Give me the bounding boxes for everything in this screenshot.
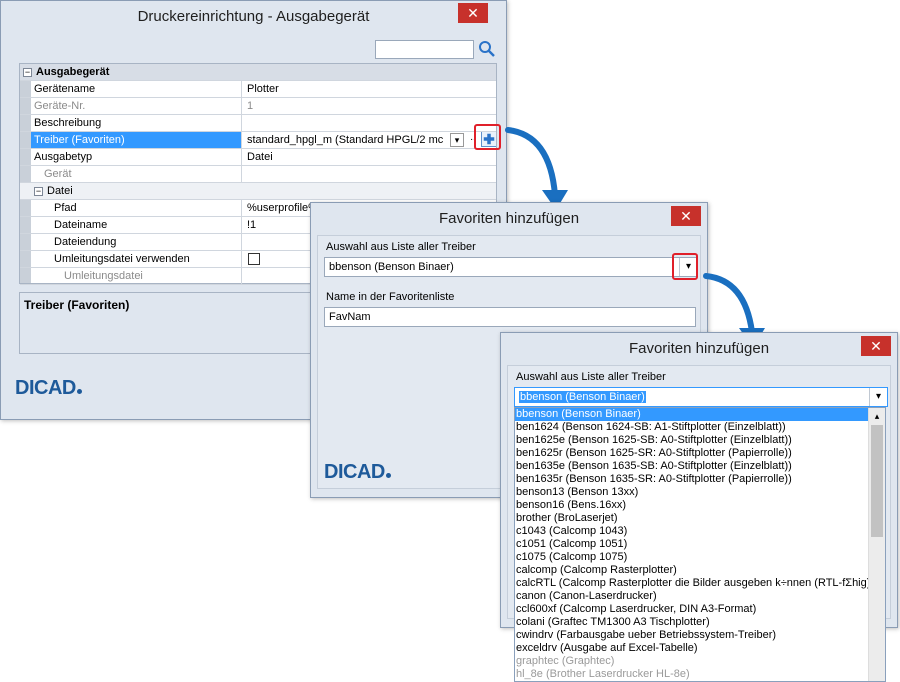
property-label: Gerät <box>31 166 242 182</box>
subgroup-label: Datei <box>47 185 73 197</box>
scroll-up-icon[interactable]: ▴ <box>869 408 885 425</box>
property-value <box>242 115 496 131</box>
property-row[interactable]: Gerätename Plotter <box>20 81 496 98</box>
checkbox-umleitung[interactable] <box>248 253 260 265</box>
driver-combo-value[interactable]: standard_hpgl_m (Standard HPGL/2 mc <box>247 132 467 148</box>
list-item[interactable]: ben1635e (Benson 1635-SB: A0-Stiftplotte… <box>515 460 885 473</box>
list-item[interactable]: calcRTL (Calcomp Rasterplotter die Bilde… <box>515 577 885 590</box>
window-title: Druckereinrichtung - Ausgabegerät <box>137 7 370 25</box>
list-label: Auswahl aus Liste aller Treiber <box>516 371 666 383</box>
property-label: Ausgabetyp <box>31 149 242 165</box>
list-item[interactable]: c1051 (Calcomp 1051) <box>515 538 885 551</box>
list-item[interactable]: cwindrv (Farbausgabe ueber Betriebssyste… <box>515 629 885 642</box>
name-label: Name in der Favoritenliste <box>326 291 455 303</box>
property-label: Pfad <box>31 200 242 216</box>
scrollbar[interactable]: ▴ <box>868 408 885 681</box>
list-item[interactable]: ben1625r (Benson 1625-SR: A0-Stiftplotte… <box>515 447 885 460</box>
search-input[interactable] <box>375 40 474 59</box>
property-row[interactable]: Gerät <box>20 166 496 183</box>
list-item[interactable]: ccl600xf (Calcomp Laserdrucker, DIN A3-F… <box>515 603 885 616</box>
property-label: Gerätename <box>31 81 242 97</box>
combo-value: bbenson (Benson Binaer) <box>519 391 646 403</box>
window-title: Favoriten hinzufügen <box>438 209 580 227</box>
property-row[interactable]: Geräte-Nr. 1 <box>20 98 496 115</box>
property-value: standard_hpgl_m (Standard HPGL/2 mc ▾ .. <box>242 132 496 148</box>
list-item[interactable]: canon (Canon-Laserdrucker) <box>515 590 885 603</box>
dicad-logo: DICAD <box>324 461 391 484</box>
driver-dropdown-list[interactable]: bbenson (Benson Binaer) ben1624 (Benson 1… <box>514 407 886 682</box>
list-item[interactable]: calcomp (Calcomp Rasterplotter) <box>515 564 885 577</box>
property-label: Geräte-Nr. <box>31 98 242 114</box>
list-item[interactable]: ben1625e (Benson 1625-SB: A0-Stiftplotte… <box>515 434 885 447</box>
highlight-box <box>474 124 501 150</box>
dicad-logo: DICAD <box>15 377 82 400</box>
list-item[interactable]: exceldrv (Ausgabe auf Excel-Tabelle) <box>515 642 885 655</box>
property-label: Umleitungsdatei <box>31 268 242 284</box>
property-value: Datei <box>247 151 273 163</box>
list-item[interactable]: c1043 (Calcomp 1043) <box>515 525 885 538</box>
driver-combobox[interactable]: bbenson (Benson Binaer) <box>514 387 888 407</box>
property-row[interactable]: Ausgabetyp Datei <box>20 149 496 166</box>
list-item[interactable]: benson16 (Bens.16xx) <box>515 499 885 512</box>
chevron-down-icon[interactable] <box>869 388 887 406</box>
property-label: Dateiname <box>31 217 242 233</box>
chevron-down-icon[interactable]: ▾ <box>450 133 464 147</box>
list-item[interactable]: hl_8e (Brother Laserdrucker HL-8e) <box>515 668 885 681</box>
scroll-thumb[interactable] <box>871 425 883 537</box>
close-button[interactable] <box>458 3 488 23</box>
window-title: Favoriten hinzufügen <box>628 339 770 357</box>
name-input[interactable]: FavNam <box>324 307 696 327</box>
property-value: 1 <box>247 100 254 112</box>
list-item[interactable]: c1075 (Calcomp 1075) <box>515 551 885 564</box>
property-row[interactable]: Beschreibung <box>20 115 496 132</box>
list-item[interactable]: benson13 (Benson 13xx) <box>515 486 885 499</box>
subgroup-row-datei[interactable]: − Datei <box>20 183 496 200</box>
property-label: Dateiendung <box>31 234 242 250</box>
list-label: Auswahl aus Liste aller Treiber <box>326 241 476 253</box>
property-row-treiber[interactable]: Treiber (Favoriten) standard_hpgl_m (Sta… <box>20 132 496 149</box>
list-item[interactable]: colani (Graftec TM1300 A3 Tischplotter) <box>515 616 885 629</box>
highlight-box <box>672 253 698 280</box>
driver-combobox[interactable]: bbenson (Benson Binaer) <box>324 257 698 277</box>
close-button[interactable] <box>861 336 891 356</box>
property-value: Plotter <box>247 83 279 95</box>
description-title: Treiber (Favoriten) <box>24 298 130 312</box>
property-label: Treiber (Favoriten) <box>31 132 242 148</box>
property-value <box>242 166 496 182</box>
list-item[interactable]: ben1624 (Benson 1624-SB: A1-Stiftplotter… <box>515 421 885 434</box>
list-item[interactable]: ben1635r (Benson 1635-SR: A0-Stiftplotte… <box>515 473 885 486</box>
close-button[interactable] <box>671 206 701 226</box>
collapse-icon[interactable]: − <box>23 67 32 77</box>
list-item[interactable]: brother (BroLaserjet) <box>515 512 885 525</box>
group-row-ausgabegeraet[interactable]: − Ausgabegerät <box>20 64 496 81</box>
list-item[interactable]: bbenson (Benson Binaer) <box>515 408 885 421</box>
combo-value: bbenson (Benson Binaer) <box>329 261 454 273</box>
property-label: Beschreibung <box>31 115 242 131</box>
collapse-icon[interactable]: − <box>34 186 43 196</box>
property-label: Umleitungsdatei verwenden <box>31 251 242 267</box>
search-icon[interactable] <box>477 39 497 59</box>
group-label: Ausgabegerät <box>36 66 110 78</box>
list-item[interactable]: graphtec (Graphtec) <box>515 655 885 668</box>
